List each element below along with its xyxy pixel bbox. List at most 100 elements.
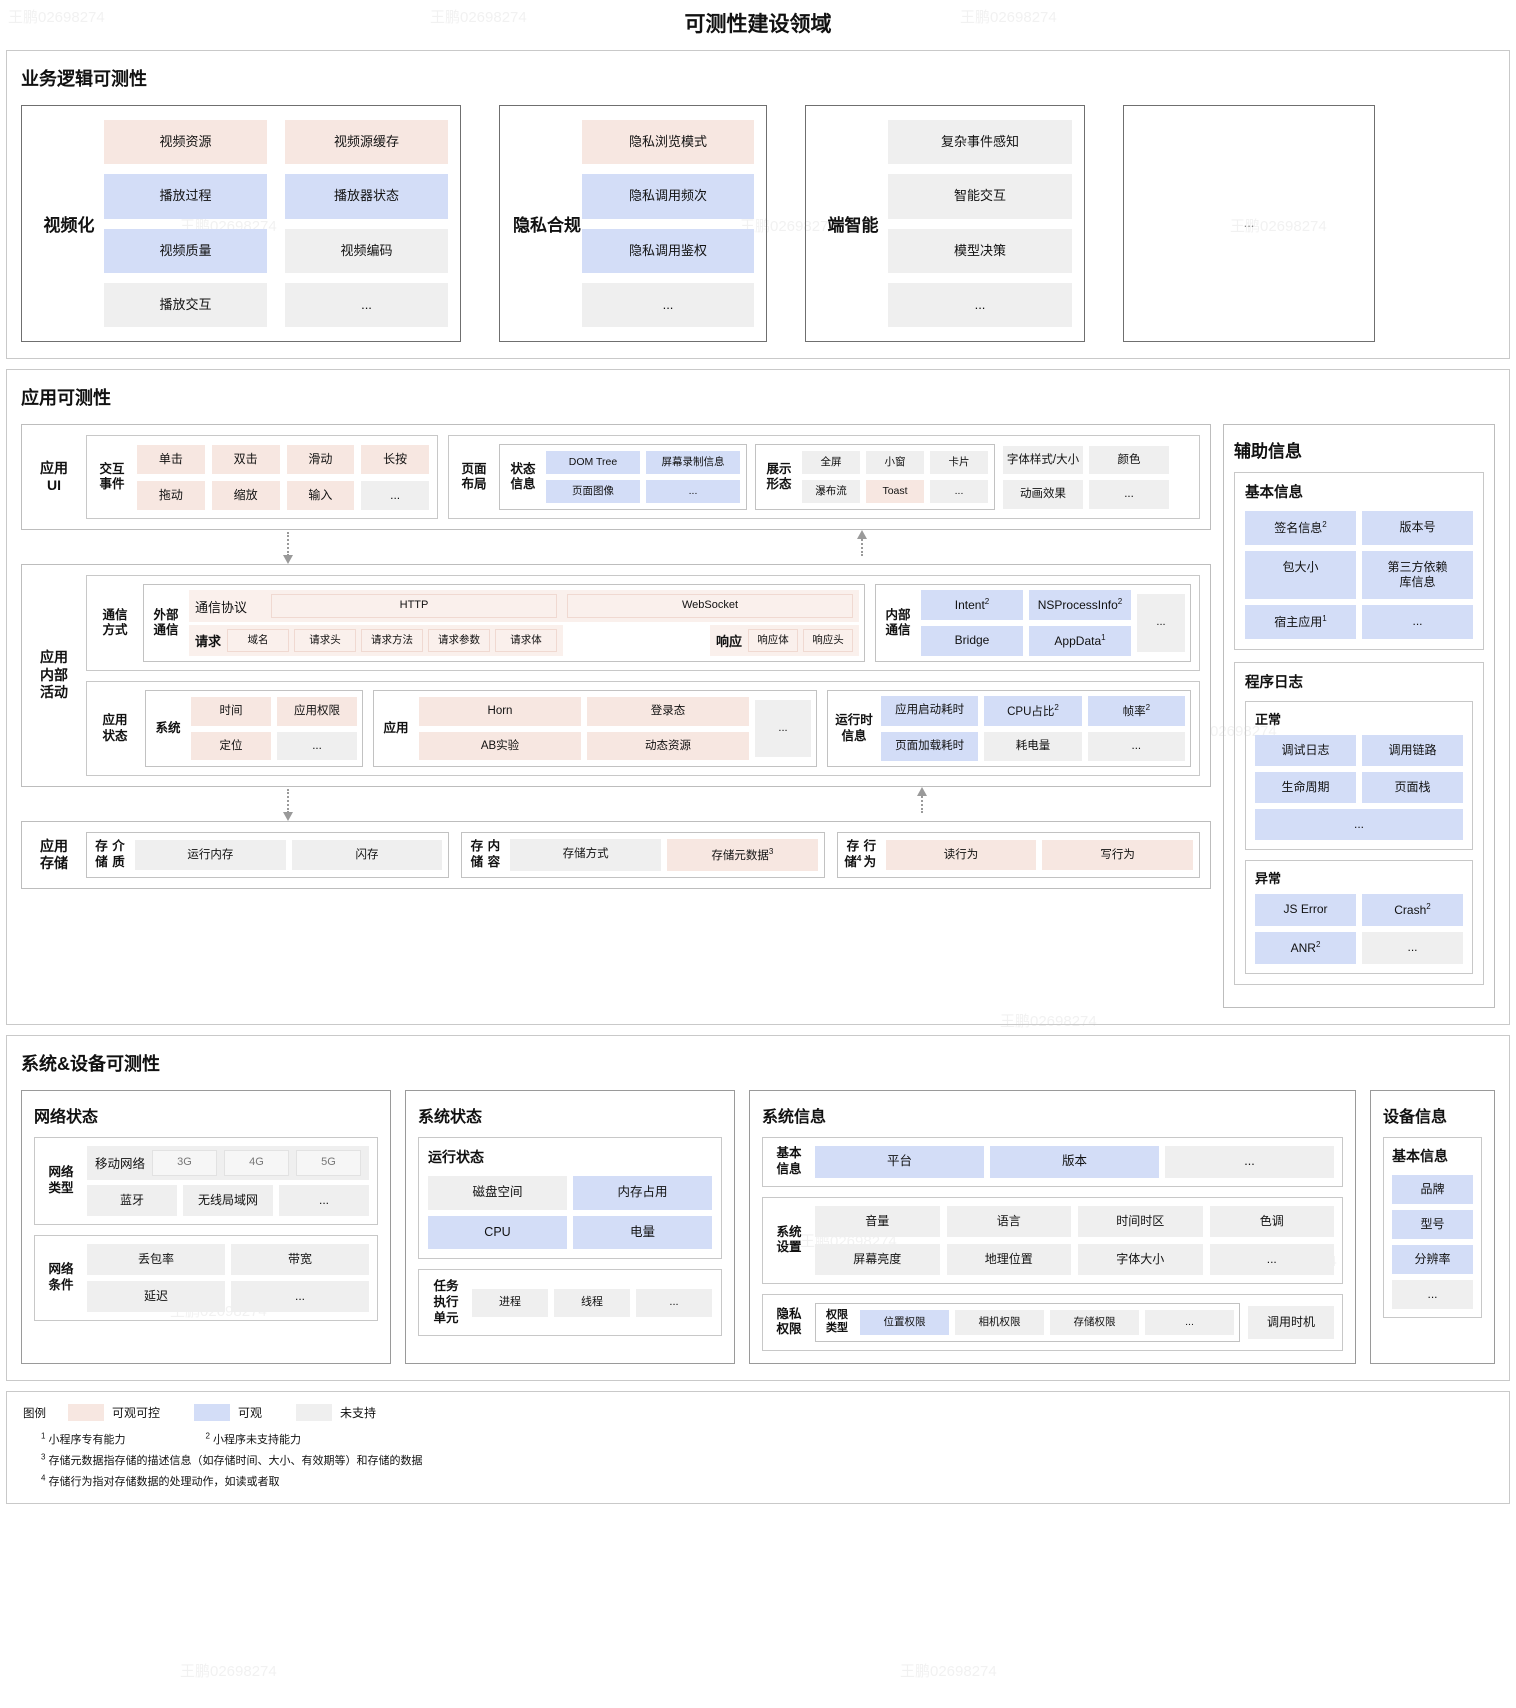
chip[interactable]: 闪存 [291, 839, 443, 871]
chip[interactable]: 颜色 [1089, 445, 1169, 475]
chip[interactable]: WebSocket [567, 594, 853, 618]
chip[interactable]: JS Error [1255, 894, 1356, 926]
chip[interactable]: Intent2 [921, 590, 1023, 621]
chip[interactable]: 存储权限 [1050, 1309, 1139, 1335]
chip[interactable]: HTTP [271, 594, 557, 618]
chip[interactable]: 屏幕亮度 [815, 1243, 940, 1275]
chip[interactable]: 延迟 [87, 1280, 225, 1312]
chip[interactable]: 卡片 [930, 451, 988, 475]
chip[interactable]: 请求参数 [428, 629, 491, 653]
chip[interactable]: CPU占比2 [984, 696, 1082, 727]
chip[interactable]: 输入 [286, 480, 355, 510]
chip[interactable]: 5G [296, 1150, 362, 1176]
chip[interactable]: 单击 [137, 444, 205, 474]
chip[interactable]: ... [1137, 594, 1185, 653]
chip[interactable]: AppData1 [1029, 626, 1131, 657]
chip[interactable]: 双击 [211, 444, 280, 474]
chip[interactable]: ... [755, 699, 811, 758]
chip[interactable]: 4G [224, 1150, 290, 1176]
chip[interactable]: 响应体 [748, 629, 798, 653]
chip[interactable]: 版本 [990, 1146, 1159, 1178]
chip[interactable]: 调用链路 [1362, 735, 1463, 766]
chip[interactable]: ... [1255, 809, 1463, 840]
chip[interactable]: 长按 [361, 444, 429, 474]
chip[interactable]: 时间 [191, 697, 271, 726]
chip[interactable]: 播放过程 [104, 174, 267, 219]
chip[interactable]: ... [646, 480, 740, 504]
chip[interactable]: 视频编码 [285, 228, 448, 273]
chip[interactable]: 视频源缓存 [285, 120, 448, 165]
chip[interactable]: Horn [419, 697, 581, 726]
chip[interactable]: CPU [428, 1215, 567, 1250]
chip[interactable]: 屏幕录制信息 [646, 451, 740, 475]
chip[interactable]: 生命周期 [1255, 772, 1356, 803]
chip[interactable]: 字体样式/大小 [1003, 445, 1083, 475]
chip[interactable]: ... [582, 282, 754, 327]
chip[interactable]: 播放交互 [104, 282, 267, 327]
chip[interactable]: 请求方法 [361, 629, 424, 653]
chip[interactable]: ... [636, 1288, 712, 1317]
chip[interactable]: 电量 [573, 1215, 712, 1250]
chip[interactable]: 缩放 [211, 480, 280, 510]
chip[interactable]: 定位 [191, 731, 271, 760]
chip[interactable]: 视频资源 [104, 120, 267, 165]
chip[interactable]: 带宽 [231, 1243, 369, 1275]
chip[interactable]: ... [1362, 605, 1473, 639]
chip[interactable]: 存储方式 [510, 838, 661, 872]
chip[interactable]: ... [1145, 1309, 1234, 1335]
chip[interactable]: 字体大小 [1078, 1243, 1203, 1275]
chip[interactable]: 分辨率 [1392, 1245, 1473, 1274]
chip[interactable]: 页面图像 [546, 480, 640, 504]
chip[interactable]: 存储元数据3 [666, 838, 818, 872]
chip[interactable]: 耗电量 [984, 732, 1082, 761]
chip[interactable]: ... [285, 282, 448, 327]
chip[interactable]: 位置权限 [860, 1309, 949, 1335]
chip[interactable]: Bridge [921, 626, 1023, 657]
chip[interactable]: 包大小 [1245, 551, 1356, 599]
chip[interactable]: Crash2 [1362, 894, 1463, 926]
chip[interactable]: 域名 [227, 629, 290, 653]
chip[interactable]: 全屏 [802, 451, 860, 475]
chip[interactable]: DOM Tree [546, 451, 640, 475]
chip[interactable]: 动画效果 [1003, 480, 1083, 509]
chip[interactable]: ... [930, 480, 988, 504]
chip[interactable]: 签名信息2 [1245, 511, 1356, 545]
chip[interactable]: 蓝牙 [87, 1184, 177, 1216]
chip[interactable]: 读行为 [885, 839, 1037, 871]
chip[interactable]: ... [1089, 480, 1169, 509]
chip[interactable]: 色调 [1209, 1205, 1334, 1237]
chip[interactable]: NSProcessInfo2 [1029, 590, 1131, 621]
chip[interactable]: Toast [866, 480, 924, 504]
chip[interactable]: 复杂事件感知 [888, 120, 1072, 165]
chip[interactable]: ... [1087, 732, 1185, 761]
chip[interactable]: 平台 [815, 1146, 984, 1178]
chip[interactable]: 品牌 [1392, 1175, 1473, 1204]
chip[interactable]: 3G [152, 1150, 218, 1176]
chip[interactable]: 智能交互 [888, 174, 1072, 219]
chip[interactable]: 小窗 [866, 451, 924, 475]
chip[interactable]: ... [888, 282, 1072, 327]
chip[interactable]: 应用权限 [277, 697, 357, 726]
chip[interactable]: 进程 [472, 1288, 548, 1317]
chip[interactable]: 请求头 [294, 629, 357, 653]
chip[interactable]: 时间时区 [1078, 1205, 1203, 1237]
chip[interactable]: ... [277, 731, 357, 760]
chip[interactable]: ... [231, 1280, 369, 1312]
chip[interactable]: 版本号 [1362, 511, 1473, 545]
chip[interactable]: 线程 [554, 1288, 630, 1317]
chip[interactable]: 页面加载耗时 [881, 732, 979, 761]
chip[interactable]: AB实验 [419, 731, 581, 760]
chip[interactable]: 播放器状态 [285, 174, 448, 219]
chip[interactable]: 隐私调用频次 [582, 174, 754, 219]
chip[interactable]: ... [279, 1184, 369, 1216]
chip[interactable]: 调试日志 [1255, 735, 1356, 766]
chip[interactable]: 调用时机 [1248, 1305, 1334, 1339]
chip[interactable]: ANR2 [1255, 932, 1356, 964]
chip[interactable]: 无线局域网 [183, 1184, 273, 1216]
chip[interactable]: 写行为 [1042, 839, 1193, 871]
chip[interactable]: 丢包率 [87, 1243, 225, 1275]
chip[interactable]: 隐私调用鉴权 [582, 228, 754, 273]
chip[interactable]: 瀑布流 [802, 480, 860, 504]
chip[interactable]: 宿主应用1 [1245, 605, 1356, 639]
chip[interactable]: 型号 [1392, 1210, 1473, 1239]
